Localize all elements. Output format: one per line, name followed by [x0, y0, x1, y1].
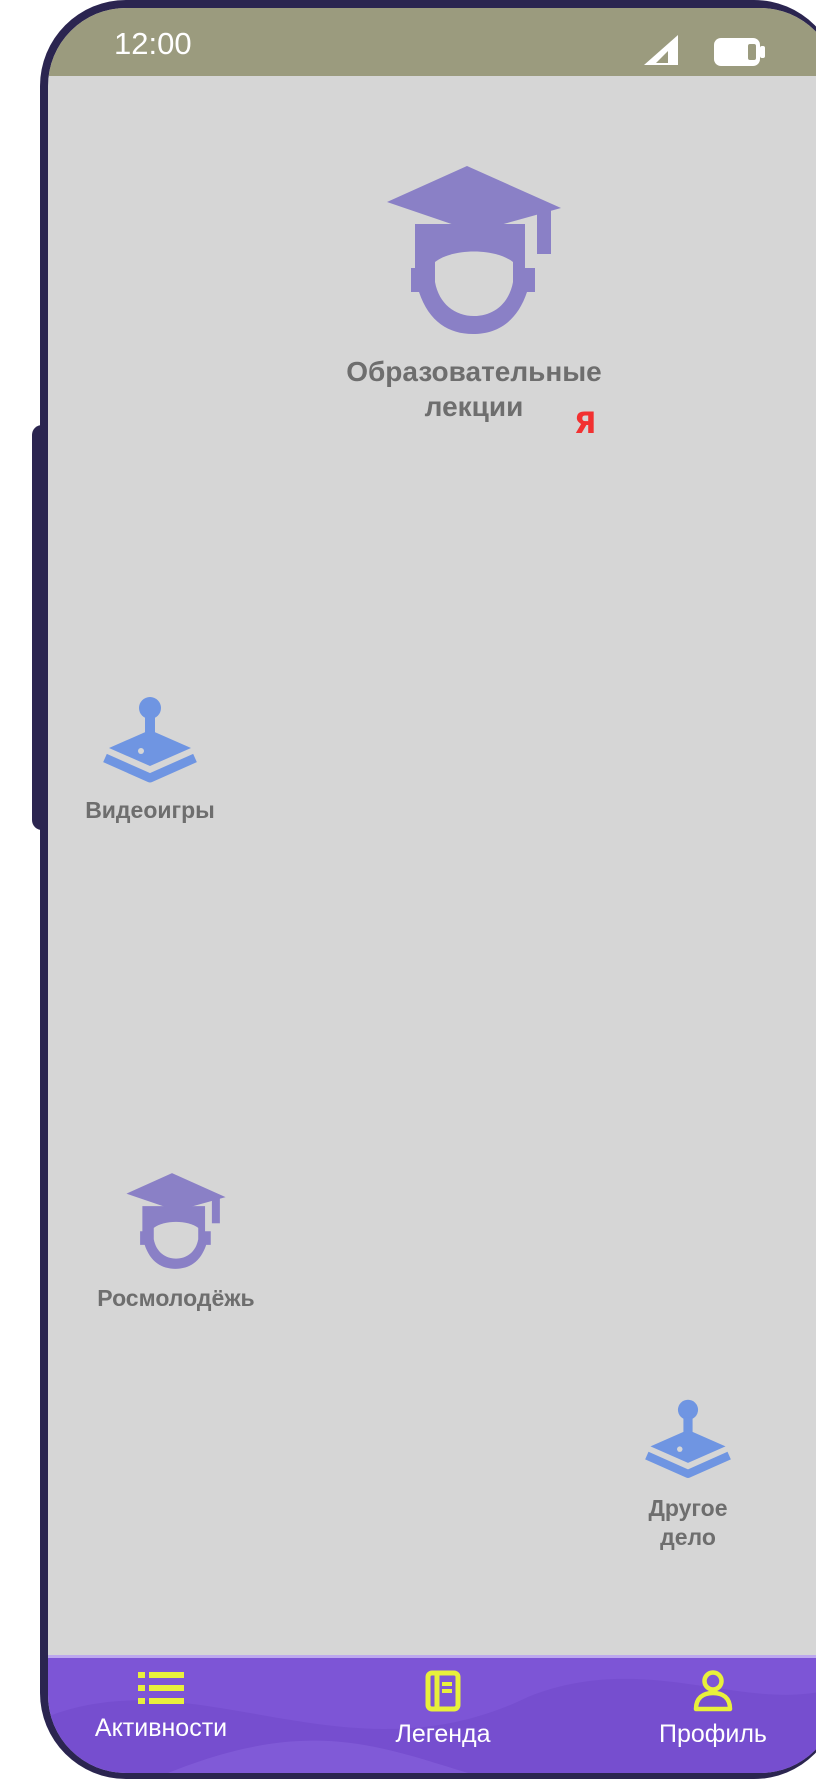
- notebook-icon: [425, 1670, 461, 1712]
- nav-item-legend[interactable]: Легенда: [368, 1670, 518, 1749]
- graduation-cap-icon: [387, 166, 561, 334]
- activity-label: Образовательные лекции: [346, 356, 602, 423]
- activity-label: Росмолодёжь: [97, 1285, 255, 1311]
- status-bar: 12:00: [48, 8, 816, 76]
- graduation-cap-icon: [126, 1173, 226, 1269]
- activity-educational-lectures[interactable]: Образовательные лекции: [294, 164, 654, 425]
- nav-item-profile[interactable]: Профиль: [643, 1670, 783, 1749]
- joystick-icon: [103, 697, 197, 783]
- activity-other-deal[interactable]: Другое дело: [632, 1398, 744, 1552]
- joystick-icon: [645, 1399, 731, 1478]
- phone-screen: 12:00 Образовательные лекции Я Видеоигры…: [48, 8, 816, 1773]
- status-time: 12:00: [114, 26, 192, 61]
- bottom-navigation: Активности Легенда Профиль: [48, 1655, 816, 1773]
- nav-label: Профиль: [659, 1720, 767, 1748]
- nav-label: Активности: [94, 1714, 228, 1742]
- player-marker: Я: [574, 406, 597, 440]
- list-icon: [138, 1672, 184, 1704]
- activity-rosmolodezh[interactable]: Росмолодёжь: [76, 1172, 276, 1313]
- nav-label: Легенда: [395, 1720, 491, 1748]
- user-icon: [693, 1670, 733, 1712]
- activity-label: Другое дело: [648, 1495, 728, 1550]
- activity-videogames[interactable]: Видеоигры: [84, 696, 216, 825]
- nav-item-activities[interactable]: Активности: [76, 1670, 246, 1743]
- activities-map: Образовательные лекции Я Видеоигры Росмо…: [48, 76, 816, 1655]
- signal-icon: [644, 35, 678, 65]
- activity-label: Видеоигры: [85, 797, 215, 823]
- battery-icon: [714, 38, 765, 66]
